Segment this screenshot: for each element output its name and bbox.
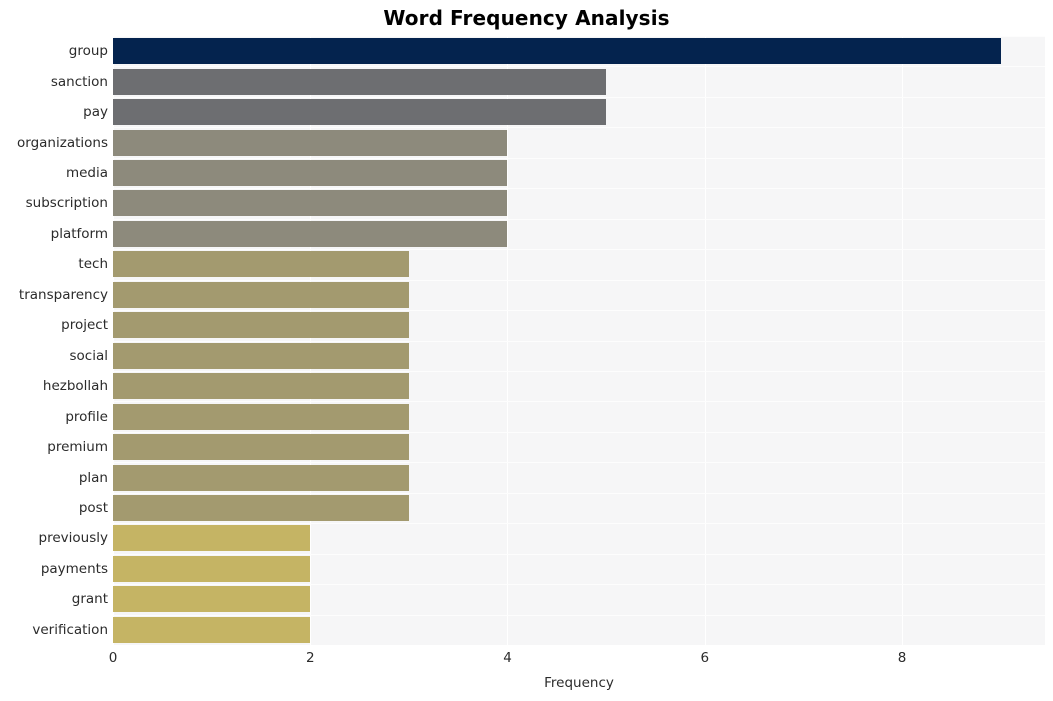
y-tick-label: group [68,43,108,60]
y-tick-label: subscription [25,195,108,212]
gridline-horizontal-14 [113,462,1045,463]
bar[interactable] [113,312,409,339]
y-tick-label: tech [78,256,108,273]
bar[interactable] [113,434,409,461]
x-tick-label: 4 [503,650,512,666]
gridline-horizontal-1 [113,66,1045,67]
gridline-horizontal-15 [113,493,1045,494]
bar[interactable] [113,190,508,217]
bar[interactable] [113,525,311,552]
x-axis-label: Frequency [544,675,614,691]
y-tick-label: organizations [17,134,108,151]
bar[interactable] [113,38,1001,65]
y-tick-label: pay [83,104,108,121]
bar[interactable] [113,555,311,582]
bar[interactable] [113,342,409,369]
bar[interactable] [113,373,409,400]
y-tick-label: plan [78,469,108,486]
gridline-horizontal-18 [113,584,1045,585]
x-tick-label: 0 [108,650,118,666]
y-tick-label: media [65,165,108,182]
bar[interactable] [113,251,409,278]
gridline-horizontal-12 [113,401,1045,402]
y-tick-label: profile [65,408,108,425]
y-axis-tick-labels: group sanction pay organizations media subscr… [0,36,108,645]
gridline-horizontal-13 [113,432,1045,433]
bar[interactable] [113,616,311,643]
gridline-horizontal-5 [113,188,1045,189]
y-tick-label: payments [40,560,108,577]
y-tick-label: project [61,317,108,334]
x-tick-label: 2 [305,650,315,666]
y-tick-label: hezbollah [42,378,108,395]
bar[interactable] [113,68,607,95]
gridline-horizontal-7 [113,249,1045,250]
gridline-horizontal-4 [113,158,1045,159]
bar[interactable] [113,494,409,521]
y-tick-label: transparency [18,286,108,303]
x-tick-label: 6 [700,650,710,666]
gridline-horizontal-0 [113,36,1045,37]
x-tick-label: 8 [897,650,907,666]
bar[interactable] [113,220,508,247]
gridline-horizontal-9 [113,310,1045,311]
y-tick-label: verification [32,621,108,638]
y-tick-label: premium [47,439,108,456]
gridline-horizontal-3 [113,127,1045,128]
y-tick-label: social [69,347,109,364]
gridline-horizontal-11 [113,371,1045,372]
bar[interactable] [113,464,409,491]
plot-area [113,36,1045,645]
chart-title: Word Frequency Analysis [383,6,670,30]
y-tick-label: previously [38,530,108,547]
bar[interactable] [113,99,607,126]
bar[interactable] [113,403,409,430]
bar[interactable] [113,129,508,156]
y-tick-label: platform [50,225,108,242]
bar[interactable] [113,586,311,613]
y-tick-label: sanction [50,73,108,90]
gridline-horizontal-2 [113,97,1045,98]
bar[interactable] [113,281,409,308]
gridline-horizontal-16 [113,523,1045,524]
x-axis-tick-labels: 0 2 4 6 8 [0,649,1053,671]
gridline-horizontal-6 [113,219,1045,220]
y-tick-label: post [78,499,108,516]
chart-figure: Word Frequency Analysis group sanction pay… [0,0,1053,701]
y-tick-label: grant [71,591,108,608]
gridline-horizontal-17 [113,554,1045,555]
bar[interactable] [113,160,508,187]
